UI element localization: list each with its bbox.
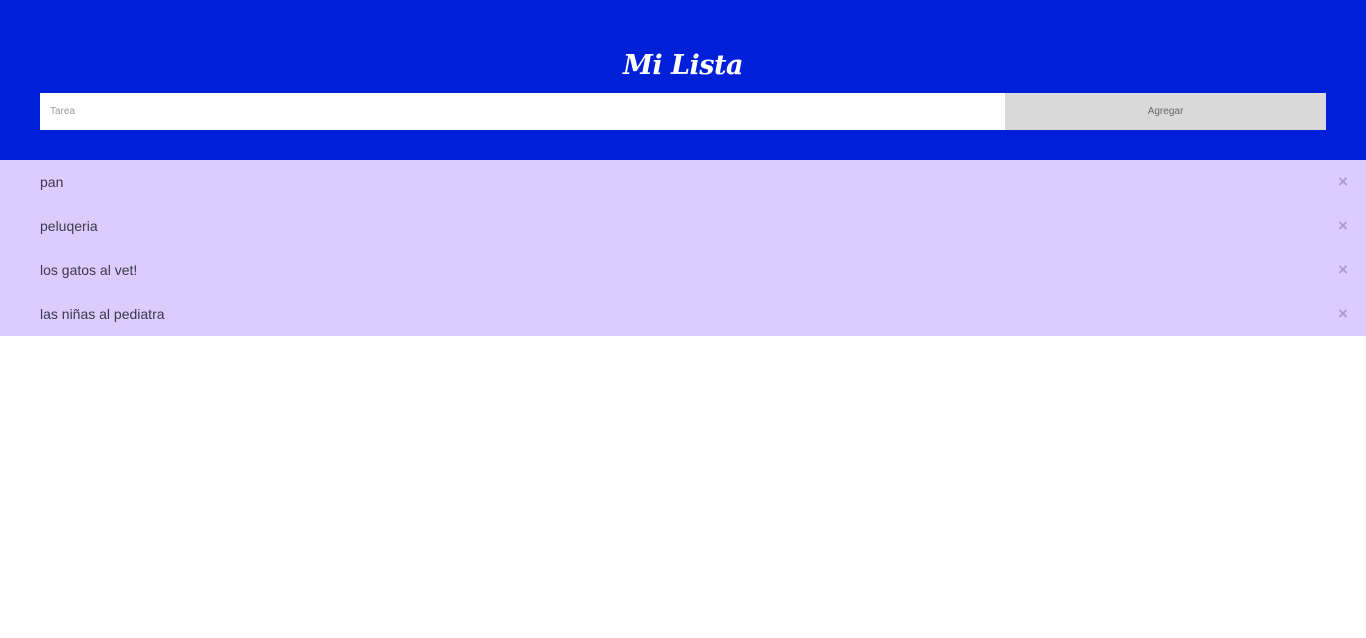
header: Mi Lista Agregar [0, 0, 1366, 160]
list-item[interactable]: pan × [0, 160, 1366, 204]
list-item[interactable]: peluqeria × [0, 204, 1366, 248]
task-label: pan [40, 174, 64, 190]
page-title: Mi Lista [623, 50, 743, 81]
list-item[interactable]: las niñas al pediatra × [0, 292, 1366, 336]
close-icon[interactable]: × [1336, 204, 1350, 248]
add-task-button[interactable]: Agregar [1005, 93, 1326, 130]
task-input[interactable] [40, 93, 1005, 130]
close-icon[interactable]: × [1336, 292, 1350, 336]
close-icon[interactable]: × [1336, 248, 1350, 292]
close-icon[interactable]: × [1336, 160, 1350, 204]
list-item[interactable]: los gatos al vet! × [0, 248, 1366, 292]
task-list: pan × peluqeria × los gatos al vet! × la… [0, 160, 1366, 336]
task-label: peluqeria [40, 218, 98, 234]
task-label: los gatos al vet! [40, 262, 138, 278]
task-label: las niñas al pediatra [40, 306, 165, 322]
